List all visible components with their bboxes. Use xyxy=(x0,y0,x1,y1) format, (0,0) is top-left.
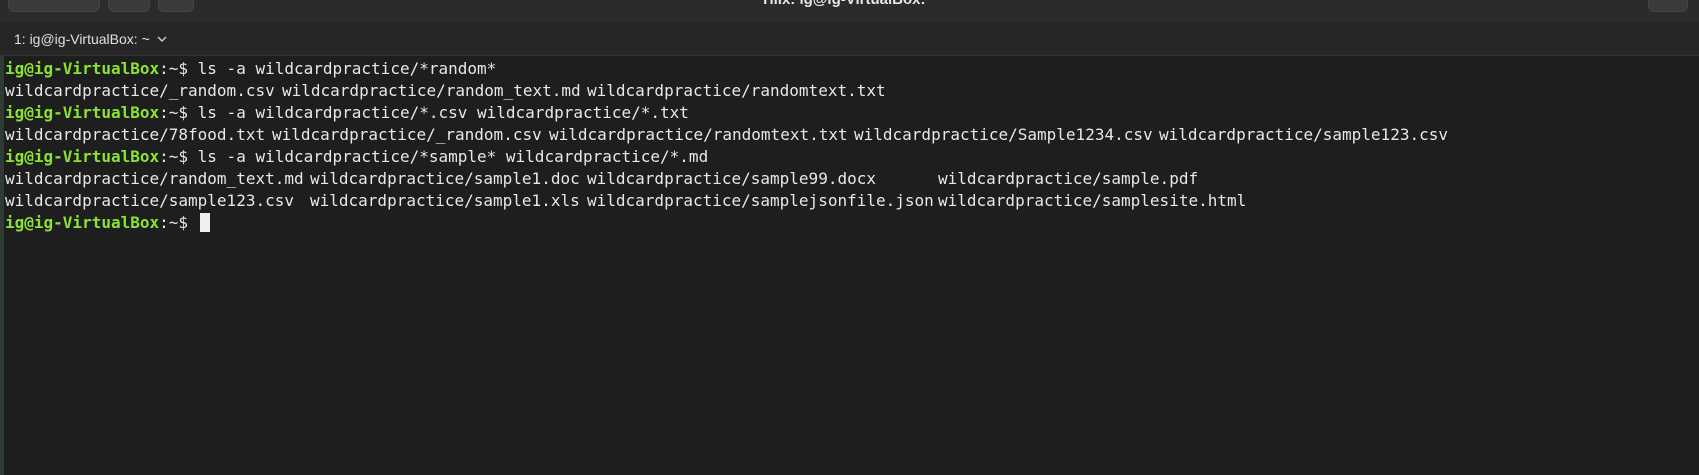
prompt-path: :~$ xyxy=(159,213,198,232)
output-entry: wildcardpractice/_random.csv xyxy=(5,81,275,100)
output-entry: wildcardpractice/Sample1234.csv xyxy=(854,125,1153,144)
prompt-line: ig@ig-VirtualBox:~$ ls -a wildcardpracti… xyxy=(5,58,1699,80)
output-entry: wildcardpractice/78food.txt xyxy=(5,125,266,144)
output-entry: wildcardpractice/random_text.md xyxy=(282,81,581,100)
output-entry: wildcardpractice/samplesite.html xyxy=(938,191,1247,210)
output-entry: wildcardpractice/sample1.doc xyxy=(310,169,580,188)
output-entry: wildcardpractice/random_text.md xyxy=(5,169,304,188)
tab-bar: 1: ig@ig-VirtualBox: ~ xyxy=(0,22,1699,56)
command-text: ls -a wildcardpractice/*sample* wildcard… xyxy=(197,147,709,166)
terminal-output[interactable]: ig@ig-VirtualBox:~$ ls -a wildcardpracti… xyxy=(0,56,1699,475)
tab-label: 1: ig@ig-VirtualBox: ~ xyxy=(14,30,150,47)
window-title: Tilix: ig@ig-VirtualBox: ~ xyxy=(0,0,1699,9)
prompt-path: :~$ xyxy=(159,59,198,78)
output-line: wildcardpractice/sample123.csv wildcardpr… xyxy=(5,190,1699,212)
output-entry: wildcardpractice/sample1.xls xyxy=(310,191,580,210)
search-button[interactable] xyxy=(1648,0,1688,12)
prompt-line: ig@ig-VirtualBox:~$ ls -a wildcardpracti… xyxy=(5,146,1699,168)
terminal-tab[interactable]: 1: ig@ig-VirtualBox: ~ xyxy=(0,22,178,55)
output-line: wildcardpractice/78food.txt wildcardpract… xyxy=(5,124,1699,146)
output-entry: wildcardpractice/sample.pdf xyxy=(938,169,1199,188)
title-bar: Tilix: ig@ig-VirtualBox: ~ xyxy=(0,0,1699,22)
command-text: ls -a wildcardpractice/*random* xyxy=(197,59,497,78)
prompt-path: :~$ xyxy=(159,147,198,166)
text-cursor xyxy=(199,213,210,232)
output-entry: wildcardpractice/sample123.csv xyxy=(1159,125,1448,144)
output-entry: wildcardpractice/sample123.csv xyxy=(5,191,294,210)
prompt-line-current: ig@ig-VirtualBox:~$ xyxy=(5,212,1699,234)
prompt-line: ig@ig-VirtualBox:~$ ls -a wildcardpracti… xyxy=(5,102,1699,124)
output-entry: wildcardpractice/samplejsonfile.json xyxy=(587,191,934,210)
prompt-user-host: ig@ig-VirtualBox xyxy=(5,59,160,78)
output-entry: wildcardpractice/randomtext.txt xyxy=(587,81,886,100)
output-line: wildcardpractice/_random.csv wildcardprac… xyxy=(5,80,1699,102)
command-text: ls -a wildcardpractice/*.csv wildcardpra… xyxy=(197,103,689,122)
prompt-path: :~$ xyxy=(159,103,198,122)
output-entry: wildcardpractice/sample99.docx xyxy=(587,169,876,188)
prompt-user-host: ig@ig-VirtualBox xyxy=(5,147,160,166)
prompt-user-host: ig@ig-VirtualBox xyxy=(5,103,160,122)
output-line: wildcardpractice/random_text.md wildcardp… xyxy=(5,168,1699,190)
prompt-user-host: ig@ig-VirtualBox xyxy=(5,213,160,232)
output-entry: wildcardpractice/randomtext.txt xyxy=(549,125,848,144)
output-entry: wildcardpractice/_random.csv xyxy=(272,125,542,144)
chevron-down-icon[interactable] xyxy=(156,33,168,45)
